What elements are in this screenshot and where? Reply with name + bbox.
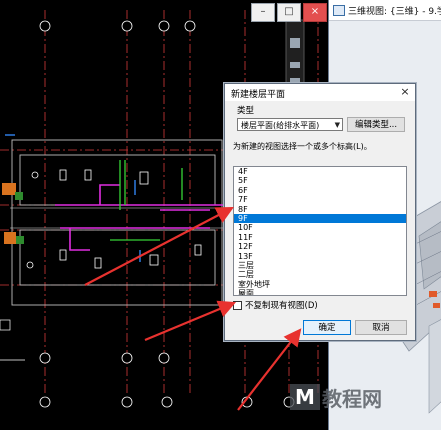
level-item[interactable]: 6F (234, 186, 406, 195)
close-button[interactable]: × (303, 3, 327, 22)
level-list[interactable]: 4F 5F 6F 7F 8F 9F 10F 11F 12F 13F 三层 二层 … (233, 166, 407, 296)
no-copy-label: 不复制现有视图(D) (245, 301, 318, 311)
level-item[interactable]: 二层 (234, 270, 406, 279)
minimize-button[interactable]: – (251, 3, 275, 22)
chevron-down-icon: ▼ (334, 121, 340, 129)
3d-view-icon (333, 5, 345, 16)
level-item[interactable]: 8F (234, 205, 406, 214)
new-floor-plan-dialog: 新建楼层平面 × 类型 楼层平面(给排水平面) ▼ 编辑类型... 为新建的视图… (224, 83, 416, 341)
3d-view-title: 三维视图: {三维} - 9.学生 (348, 7, 441, 17)
cancel-button[interactable]: 取消 (355, 320, 407, 335)
3d-view-titlebar[interactable]: 三维视图: {三维} - 9.学生 (329, 0, 441, 21)
level-item[interactable]: 屋面 (234, 289, 406, 295)
type-label: 类型 (237, 106, 255, 116)
level-item[interactable]: 12F (234, 242, 406, 251)
level-instruction: 为新建的视图选择一个或多个标高(L)。 (233, 142, 372, 151)
no-copy-existing-views-checkbox[interactable]: 不复制现有视图(D) (233, 299, 318, 311)
ok-button[interactable]: 确定 (303, 320, 351, 335)
edit-type-button[interactable]: 编辑类型... (347, 117, 405, 132)
type-select-value: 楼层平面(给排水平面) (241, 121, 320, 130)
type-select[interactable]: 楼层平面(给排水平面) ▼ (237, 118, 343, 131)
dialog-close-button[interactable]: × (398, 86, 412, 98)
level-item[interactable]: 4F (234, 167, 406, 176)
maximize-button[interactable]: □ (277, 3, 301, 22)
level-item[interactable]: 室外地坪 (234, 280, 406, 289)
level-item[interactable]: 13F (234, 252, 406, 261)
dialog-titlebar[interactable]: 新建楼层平面 × (225, 84, 415, 101)
level-item[interactable]: 5F (234, 176, 406, 185)
level-item[interactable]: 7F (234, 195, 406, 204)
cad-window-controls: – □ × (249, 3, 327, 22)
level-item[interactable]: 11F (234, 233, 406, 242)
level-item[interactable]: 10F (234, 223, 406, 232)
level-item[interactable]: 三层 (234, 261, 406, 270)
level-item[interactable]: 9F (234, 213, 406, 224)
dialog-title: 新建楼层平面 (231, 90, 286, 100)
checkbox-unchecked-icon[interactable] (233, 301, 242, 310)
